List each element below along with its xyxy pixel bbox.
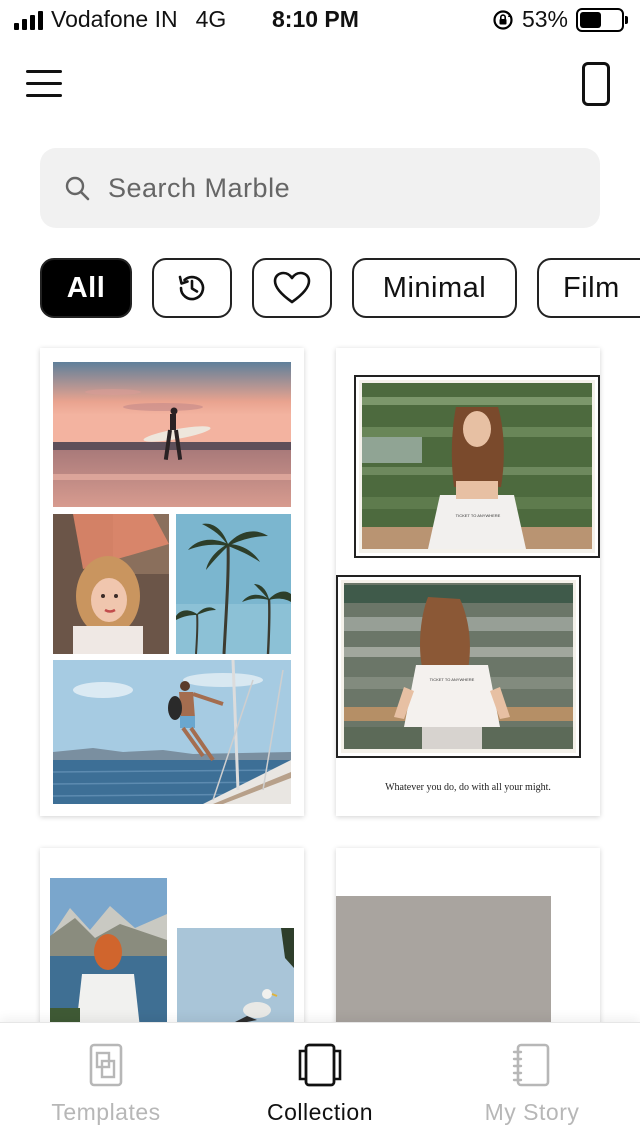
surfer-sunset-photo (53, 362, 291, 507)
chip-all[interactable]: All (40, 258, 132, 318)
status-left: Vodafone IN 4G (14, 6, 226, 33)
nav-collection-label: Collection (267, 1099, 373, 1125)
template-card-film[interactable]: TICKET TO ANYWHERE TICKET TO ANYWHERE Wh… (336, 348, 600, 816)
nav-templates-label: Templates (51, 1099, 161, 1125)
status-right: 53% (492, 6, 628, 33)
search-input[interactable] (108, 172, 528, 204)
film-frame-top: TICKET TO ANYWHERE (354, 375, 600, 558)
tshirt-text-top: TICKET TO ANYWHERE (456, 513, 501, 518)
bottom-navigation: Templates Collection My Story (0, 1022, 640, 1136)
search-icon (65, 176, 90, 201)
chip-minimal[interactable]: Minimal (352, 258, 517, 318)
notebook-icon (512, 1043, 550, 1087)
rotation-lock-icon (493, 9, 513, 30)
clock: 8:10 PM (272, 6, 359, 32)
filter-chips: All Minimal Film (40, 258, 640, 318)
film-caption: Whatever you do, do with all your might. (385, 782, 551, 793)
film-frame-bottom: TICKET TO ANYWHERE (336, 575, 581, 758)
chip-recent[interactable] (152, 258, 232, 318)
network-type: 4G (195, 6, 227, 32)
tshirt-text-bottom: TICKET TO ANYWHERE (430, 677, 475, 682)
phone-preview-icon[interactable] (582, 62, 610, 106)
battery-percent: 53% (521, 6, 568, 32)
chip-favorites[interactable] (252, 258, 332, 318)
chip-film[interactable]: Film (537, 258, 640, 318)
palm-trees-photo (176, 514, 291, 654)
templates-icon (89, 1043, 123, 1087)
collection-icon (298, 1043, 342, 1087)
girl-portrait-photo (53, 514, 169, 654)
search-bar[interactable] (40, 148, 600, 228)
red-hair-girl-photo (50, 878, 167, 1028)
battery-fill (580, 11, 602, 28)
history-icon (178, 275, 205, 301)
nav-templates[interactable]: Templates (6, 1023, 206, 1136)
status-bar: Vodafone IN 4G 8:10 PM 53% (0, 0, 640, 40)
seagull-photo (177, 928, 294, 1028)
nav-collection[interactable]: Collection (220, 1023, 420, 1136)
sailboat-man-photo (53, 660, 291, 804)
heart-icon (273, 271, 311, 304)
nav-my-story[interactable]: My Story (432, 1023, 632, 1136)
signal-strength-icon (14, 10, 43, 30)
battery-icon (576, 7, 628, 32)
nav-my-story-label: My Story (484, 1099, 580, 1125)
template-card-beach[interactable] (40, 348, 304, 816)
hamburger-menu-icon[interactable] (26, 70, 62, 98)
carrier-name: Vodafone IN (51, 6, 178, 32)
